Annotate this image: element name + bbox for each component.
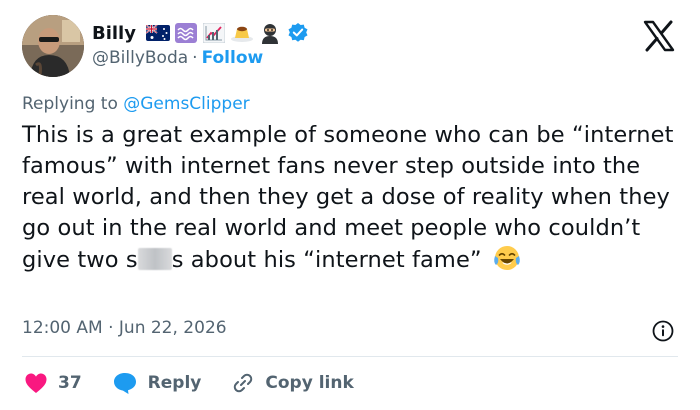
divider <box>22 356 678 357</box>
follow-button[interactable]: Follow <box>202 48 264 68</box>
info-icon[interactable] <box>652 320 674 342</box>
tweet-text: This is a great example of someone who c… <box>22 120 682 276</box>
reply-button[interactable]: Reply <box>112 371 202 395</box>
ninja-icon <box>258 22 282 44</box>
author-handle[interactable]: @BillyBoda <box>92 48 188 68</box>
handle-separator: · <box>192 48 198 68</box>
x-logo-icon[interactable] <box>642 20 676 52</box>
verified-badge-icon[interactable] <box>286 22 310 44</box>
action-bar: 37 Reply Copy link <box>24 368 384 398</box>
replying-to-mention[interactable]: @GemsClipper <box>123 94 249 114</box>
face-with-tears-of-joy-icon <box>493 244 521 272</box>
replying-to: Replying to @GemsClipper <box>22 94 250 114</box>
author-handle-row: @BillyBoda · Follow <box>92 48 263 68</box>
copy-link-button[interactable]: Copy link <box>231 371 354 395</box>
heart-icon <box>25 373 47 393</box>
link-icon <box>234 373 253 393</box>
reply-label: Reply <box>147 373 202 393</box>
replying-to-prefix: Replying to <box>22 94 118 114</box>
censor-blur <box>137 248 172 270</box>
author-name-row: Billy <box>92 20 310 46</box>
waves-icon <box>174 22 198 44</box>
copy-link-label: Copy link <box>265 373 354 393</box>
pudding-icon <box>230 22 254 44</box>
tweet-text-part-2: s about his “internet fame” <box>171 247 482 273</box>
like-button[interactable]: 37 <box>24 372 82 394</box>
chart-increasing-icon <box>202 22 226 44</box>
like-count: 37 <box>58 373 82 393</box>
reply-bubble-icon <box>113 373 136 394</box>
author-display-name[interactable]: Billy <box>92 23 136 44</box>
author-avatar[interactable] <box>22 15 84 77</box>
australia-flag-icon <box>145 22 170 44</box>
tweet-timestamp[interactable]: 12:00 AM · Jun 22, 2026 <box>22 318 227 338</box>
